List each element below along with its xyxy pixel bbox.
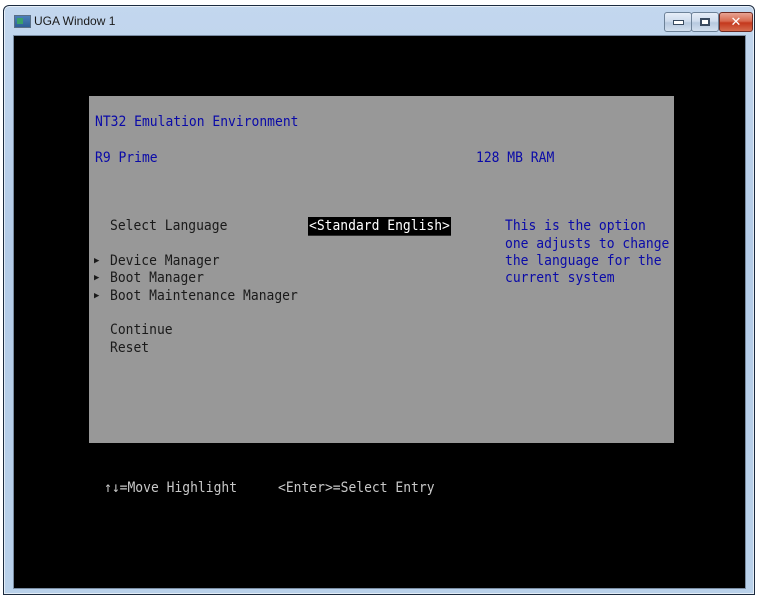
- reset-action[interactable]: Reset: [110, 339, 149, 358]
- help-text-line: the language for the: [505, 253, 662, 270]
- select-language-label[interactable]: Select Language: [110, 217, 227, 236]
- window-title: UGA Window 1: [34, 14, 116, 28]
- menu-item-boot-maintenance-manager[interactable]: Boot Maintenance Manager: [110, 287, 298, 306]
- title-bar[interactable]: UGA Window 1 ✕: [4, 6, 754, 34]
- submenu-arrow-icon: ▶: [94, 256, 100, 266]
- memory-info: 128 MB RAM: [476, 150, 555, 167]
- uga-window: UGA Window 1 ✕ NT32 Emulation Environmen…: [3, 5, 755, 595]
- menu-item-device-manager[interactable]: Device Manager: [110, 252, 220, 271]
- continue-action[interactable]: Continue: [110, 321, 173, 340]
- minimize-icon: [672, 19, 684, 25]
- submenu-arrow-icon: ▶: [94, 273, 100, 283]
- language-select-value[interactable]: <Standard English>: [308, 217, 451, 236]
- close-icon: ✕: [730, 14, 742, 30]
- setup-panel: NT32 Emulation Environment R9 Prime 128 …: [89, 96, 674, 443]
- submenu-arrow-icon: ▶: [94, 291, 100, 301]
- processor-info: R9 Prime: [95, 150, 158, 167]
- select-entry-hint: <Enter>=Select Entry: [278, 480, 435, 497]
- app-icon: [14, 15, 31, 28]
- maximize-button[interactable]: [691, 12, 719, 32]
- menu-item-boot-manager[interactable]: Boot Manager: [110, 269, 204, 288]
- minimize-button[interactable]: [664, 12, 692, 32]
- uefi-screen: NT32 Emulation Environment R9 Prime 128 …: [13, 35, 746, 589]
- help-text-line: current system: [505, 270, 615, 287]
- maximize-icon: [700, 18, 710, 26]
- help-text-line: This is the option: [505, 218, 646, 235]
- move-highlight-hint: ↑↓=Move Highlight: [104, 480, 238, 497]
- close-button[interactable]: ✕: [719, 12, 753, 32]
- environment-title: NT32 Emulation Environment: [95, 114, 299, 131]
- help-text-line: one adjusts to change: [505, 236, 670, 253]
